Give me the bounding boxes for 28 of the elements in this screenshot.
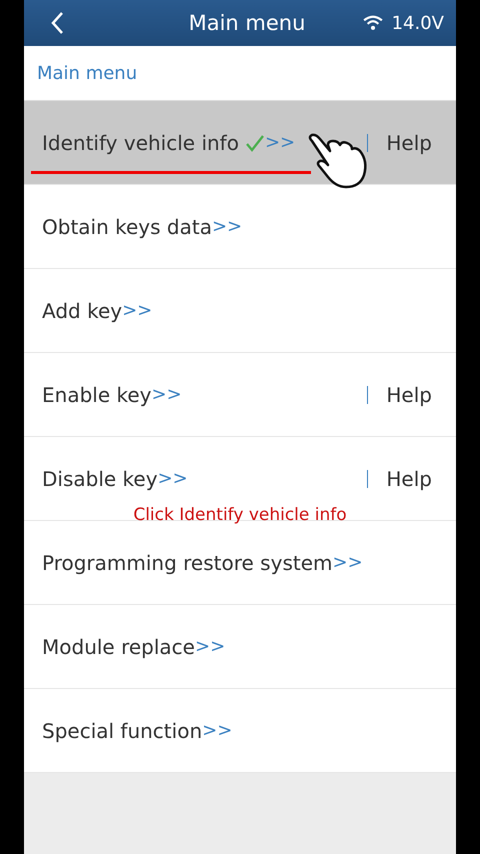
arrow-link[interactable]: >> (202, 720, 232, 741)
help-link[interactable]: Help (386, 466, 432, 490)
menu-item[interactable]: Module replace>> (24, 605, 456, 689)
arrow-link[interactable]: >> (332, 552, 363, 573)
menu-item-label: Add key (42, 298, 122, 322)
arrow-link[interactable]: >> (212, 216, 242, 237)
menu-item-label: Special function (42, 718, 202, 742)
help-link[interactable]: Help (386, 382, 432, 406)
help-link[interactable]: Help (386, 130, 432, 154)
menu-item[interactable]: Enable key>> Help (24, 353, 456, 437)
arrow-link[interactable]: >> (158, 468, 188, 489)
wifi-icon (362, 15, 384, 31)
menu-item[interactable]: Special function>> (24, 689, 456, 773)
menu-item[interactable]: Obtain keys data>> (24, 185, 456, 269)
arrow-link[interactable]: >> (122, 300, 152, 321)
breadcrumb-link[interactable]: Main menu (37, 62, 138, 84)
menu-item-label: Obtain keys data (42, 214, 212, 238)
back-icon[interactable] (50, 11, 64, 35)
voltage-reading: 14.0V (392, 12, 444, 34)
menu-item-label: Enable key (42, 382, 152, 406)
menu-item[interactable]: Add key>> (24, 269, 456, 353)
menu-item-label: Disable key (42, 466, 158, 490)
menu-item-label: Identify vehicle info (42, 130, 239, 154)
screen-title: Main menu (188, 11, 306, 35)
arrow-link[interactable]: >> (152, 384, 182, 405)
menu-item-label: Module replace (42, 634, 195, 658)
menu-item-label: Programming restore system (42, 550, 332, 574)
arrow-link[interactable]: >> (194, 636, 226, 657)
